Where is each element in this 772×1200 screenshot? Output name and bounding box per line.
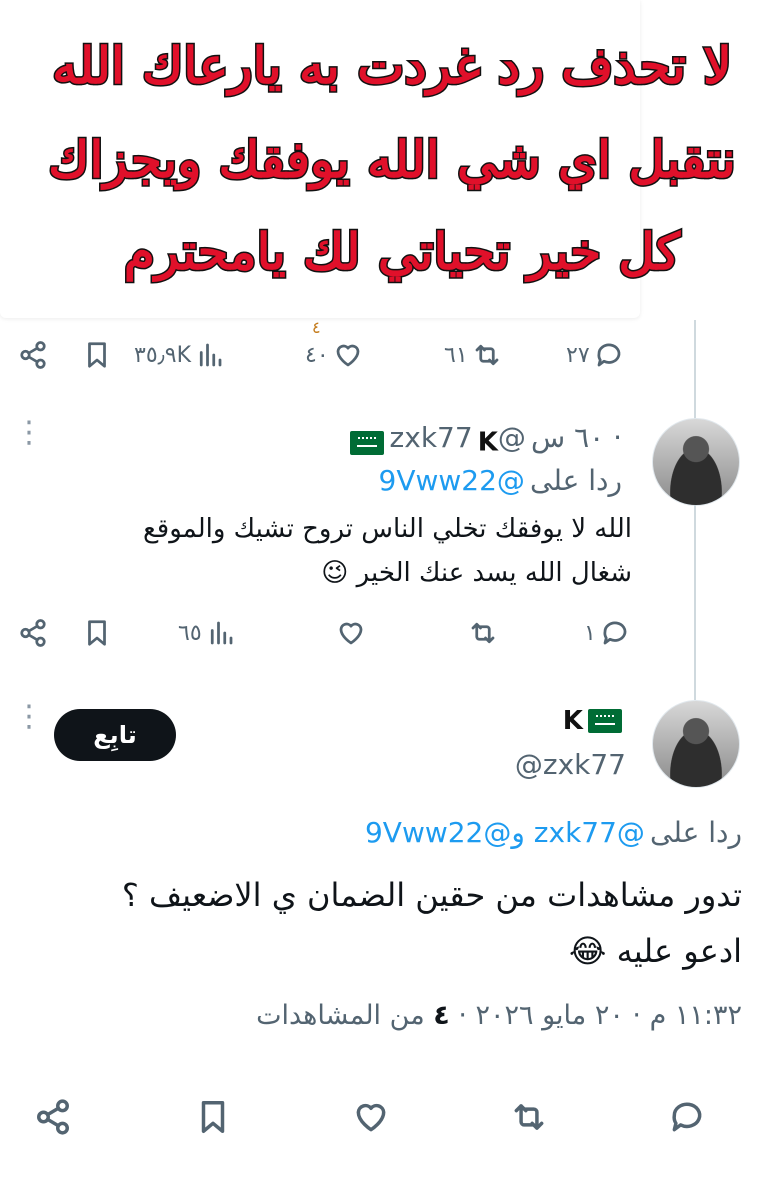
reply-text-line-2: شغال الله يسد عنك الخير 😉 xyxy=(321,558,632,588)
bookmark-button[interactable] xyxy=(194,1098,232,1136)
replying-handle[interactable]: @9Vww22 xyxy=(379,464,525,497)
quote-line-2: نتقبل اي شي الله يوفقك ويجزاك xyxy=(47,129,736,191)
user-handle[interactable]: @zxk77 xyxy=(390,421,526,454)
retweet-icon xyxy=(514,1104,544,1130)
reply1-header: · ٦٠ س @zxk77 K xyxy=(350,421,622,458)
bookmark-icon xyxy=(88,620,106,646)
tweet-meta: ١١:٣٢ م · ٢٠ مايو ٢٠٢٦ · ٤ من المشاهدات xyxy=(256,1000,742,1031)
replying-to: ردا على @9Vww22 xyxy=(379,464,622,497)
small-mark: ٤ xyxy=(312,318,321,337)
views-number: ٤ xyxy=(433,1000,450,1031)
bookmark-icon xyxy=(201,1101,225,1133)
views-icon xyxy=(210,621,233,645)
more-icon[interactable]: ⋮ xyxy=(14,418,44,448)
replying-to: ردا على @zxk77 و@9Vww22 xyxy=(365,816,742,849)
bookmark-button[interactable] xyxy=(82,340,112,370)
retweet-button[interactable]: ٦١ xyxy=(444,340,502,370)
replying-prefix: ردا على xyxy=(530,464,622,497)
share-icon xyxy=(37,1099,69,1135)
like-icon xyxy=(336,344,360,367)
reply-icon xyxy=(603,621,627,645)
views-value: ٦٥ xyxy=(178,620,202,646)
share-icon xyxy=(20,341,46,369)
retweet-icon xyxy=(475,344,499,366)
quote-line-3: كل خير تحياتي لك يامحترم xyxy=(122,221,681,283)
user-handle[interactable]: @zxk77 xyxy=(515,748,626,781)
retweet-button[interactable] xyxy=(510,1098,548,1136)
views-count[interactable]: ٦٥ xyxy=(178,618,236,648)
views-icon xyxy=(199,343,222,367)
retweets-value: ٦١ xyxy=(444,342,468,368)
replies-value: ٢٧ xyxy=(566,342,590,368)
views-value: ٣٥٫٩K xyxy=(134,342,192,368)
like-icon xyxy=(339,622,363,645)
reply-icon xyxy=(597,343,621,367)
reply-icon xyxy=(672,1102,702,1132)
views-label: من المشاهدات xyxy=(256,1000,434,1031)
tweet-text-line-2: ادعو عليه 😂 xyxy=(569,932,742,970)
reply-button[interactable] xyxy=(668,1098,706,1136)
share-button[interactable] xyxy=(18,340,48,370)
like-icon xyxy=(356,1103,386,1132)
thread-connector xyxy=(694,505,696,700)
follow-button[interactable]: تابِع xyxy=(54,709,176,761)
bookmark-icon xyxy=(88,342,106,368)
like-button[interactable] xyxy=(352,1098,390,1136)
like-button[interactable] xyxy=(336,618,366,648)
saudi-flag-icon xyxy=(350,430,385,455)
more-icon[interactable]: ⋮ xyxy=(14,702,44,732)
retweet-icon xyxy=(471,622,495,644)
views-count[interactable]: ٣٥٫٩K xyxy=(134,340,225,370)
tweet-timestamp[interactable]: ١١:٣٢ م · ٢٠ مايو ٢٠٢٦ · xyxy=(450,1000,742,1031)
like-button[interactable]: ٤٠ xyxy=(305,340,363,370)
k-badge: K xyxy=(562,706,583,736)
timestamp: · ٦٠ س xyxy=(531,421,622,454)
share-button[interactable] xyxy=(34,1098,72,1136)
main-tweet-name: K xyxy=(563,706,622,736)
replying-handles[interactable]: @zxk77 و@9Vww22 xyxy=(365,816,645,849)
saudi-flag-icon xyxy=(588,709,622,733)
bookmark-button[interactable] xyxy=(82,618,112,648)
k-badge: K xyxy=(477,427,498,458)
reply-button[interactable]: ٢٧ xyxy=(566,340,624,370)
likes-value: ٤٠ xyxy=(305,342,329,368)
avatar[interactable] xyxy=(652,700,740,788)
quote-line-1: لا تحذف رد غردت به يارعاك الله xyxy=(51,35,733,97)
reply-button[interactable]: ١ xyxy=(584,618,630,648)
replying-prefix: ردا على xyxy=(650,816,742,849)
share-icon xyxy=(20,619,46,647)
replies-value: ١ xyxy=(584,620,596,646)
share-button[interactable] xyxy=(18,618,48,648)
avatar[interactable] xyxy=(652,418,740,506)
retweet-button[interactable] xyxy=(468,618,498,648)
reply-text-line-1: الله لا يوفقك تخلي الناس تروح تشيك والمو… xyxy=(142,514,632,544)
thread-connector xyxy=(694,320,696,420)
tweet-text-line-1: تدور مشاهدات من حقين الضمان ي الاضعيف ؟ xyxy=(121,876,742,914)
